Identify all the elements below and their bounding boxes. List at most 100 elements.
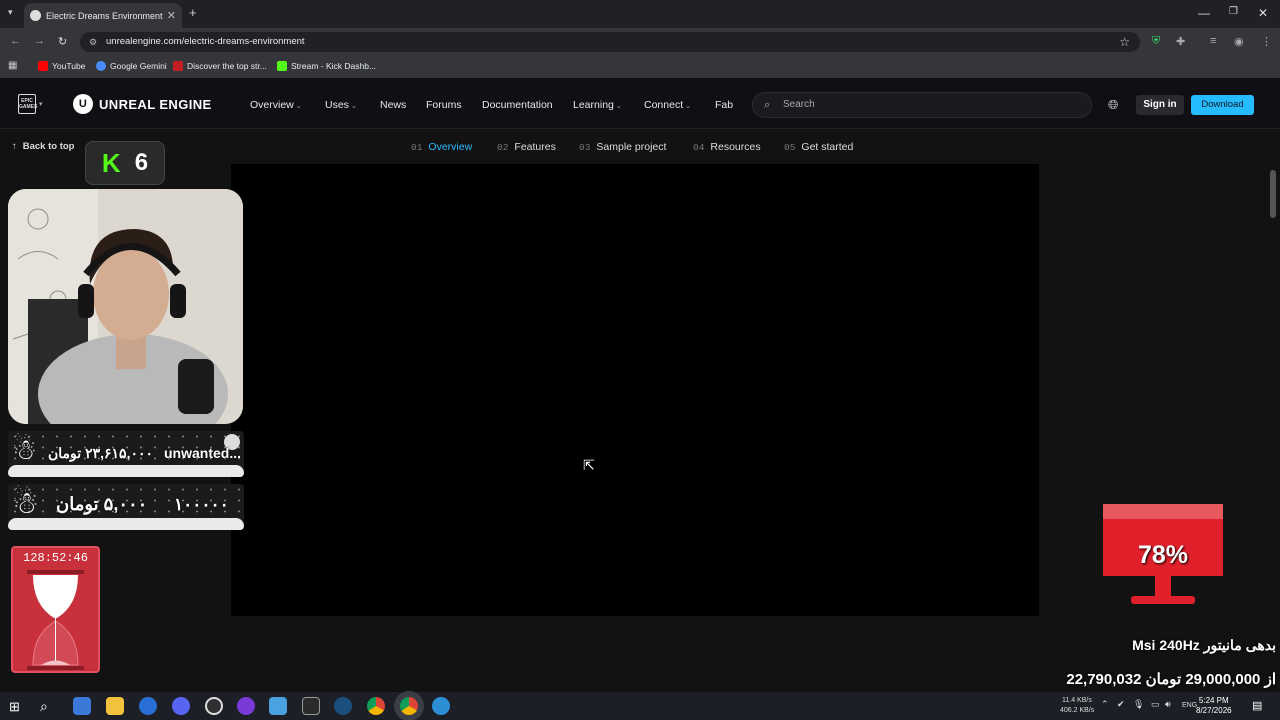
clock-time: 5:24 PM <box>1198 696 1229 705</box>
kick-viewer-badge: K 6 <box>85 141 165 185</box>
nav-documentation[interactable]: Documentation <box>482 99 553 111</box>
forward-icon[interactable]: → <box>34 35 45 47</box>
nav-overview[interactable]: Overview ⌄ <box>250 99 302 111</box>
section-tab-get-started[interactable]: 05 Get started <box>784 141 853 153</box>
webcam-feed <box>8 189 243 424</box>
tab-title: Electric Dreams Environment | U <box>46 10 163 21</box>
media-icon[interactable]: ≡ <box>1210 35 1216 47</box>
network-up-speed: 11.4 KB/s <box>1062 697 1092 704</box>
youtube-icon <box>38 61 48 71</box>
new-tab-icon[interactable]: + <box>189 5 197 20</box>
unreal-u-icon: U <box>73 94 93 114</box>
nav-uses[interactable]: Uses ⌄ <box>325 99 357 111</box>
globe-icon[interactable]: 🌐︎ <box>1108 97 1118 113</box>
taskbar-steam-icon[interactable] <box>334 697 352 715</box>
monitor-goal-title: Msi 240Hz بدهی مانیتور <box>1132 637 1276 653</box>
tray-network-icon[interactable]: ▭ <box>1151 699 1160 710</box>
discover-icon <box>173 61 183 71</box>
extensions-icon[interactable]: ✚ <box>1176 35 1185 48</box>
chevron-down-icon: ⌄ <box>350 103 357 110</box>
minimize-icon[interactable]: — <box>1198 6 1210 20</box>
ghost-icon: ☃ <box>12 487 39 520</box>
reload-icon[interactable]: ↻ <box>58 35 67 48</box>
back-to-top-link[interactable]: ↑ Back to top <box>12 141 74 152</box>
bookmark-kick[interactable]: Stream - Kick Dashb... <box>277 61 376 71</box>
close-window-icon[interactable]: ✕ <box>1258 6 1268 20</box>
bookmark-youtube[interactable]: YouTube <box>38 61 85 71</box>
nav-fab[interactable]: Fab <box>715 99 733 111</box>
bookmark-gemini[interactable]: Google Gemini <box>96 61 167 71</box>
taskbar-v-app-icon[interactable] <box>432 697 450 715</box>
bookmark-star-icon[interactable]: ☆ <box>1119 32 1130 52</box>
bookmark-discover[interactable]: Discover the top str... <box>173 61 267 71</box>
taskbar-skype-icon[interactable] <box>237 697 255 715</box>
tray-mic-icon[interactable]: 🎙︎ <box>1133 699 1144 710</box>
section-tab-sample-project[interactable]: 03 Sample project <box>579 141 666 153</box>
kick-logo-icon: K <box>101 147 121 178</box>
tray-lang[interactable]: ENG <box>1182 702 1197 709</box>
nav-connect[interactable]: Connect ⌄ <box>644 99 691 111</box>
taskbar-epic-icon[interactable] <box>302 697 320 715</box>
donation-goal-bar-1: ☃ unwanted... ۲۳,۶۱۵,۰۰۰ تومان <box>8 431 244 477</box>
tray-arrow-icon[interactable]: ⌃ <box>1101 699 1109 710</box>
taskbar-chrome-icon[interactable] <box>367 697 385 715</box>
apps-icon[interactable]: ▦ <box>8 60 17 71</box>
chevron-down-icon: ⌄ <box>685 103 691 110</box>
taskbar-calculator-icon[interactable] <box>73 697 91 715</box>
timer-text: 128:52:46 <box>23 551 88 565</box>
mouse-cursor-icon: ⇱ <box>583 457 595 473</box>
menu-icon[interactable]: ⋮ <box>1261 35 1272 48</box>
tab-close-icon[interactable]: ✕ <box>167 9 176 22</box>
nav-learning[interactable]: Learning ⌄ <box>573 99 622 111</box>
subathon-timer: 128:52:46 <box>11 546 100 673</box>
goal1-name: unwanted... <box>164 445 241 461</box>
url-text: unrealengine.com/electric-dreams-environ… <box>106 36 305 47</box>
maximize-icon[interactable]: ❐ <box>1229 6 1238 17</box>
nav-forums[interactable]: Forums <box>426 99 462 111</box>
section-tab-overview[interactable]: 01 Overview <box>411 141 472 153</box>
notifications-icon[interactable]: ▤ <box>1252 699 1262 712</box>
chevron-down-icon: ⌄ <box>615 103 622 110</box>
browser-tab[interactable]: Electric Dreams Environment | U ✕ <box>24 3 182 28</box>
monitor-goal-percent: 78% <box>1137 541 1189 569</box>
chevron-down-icon: ⌄ <box>295 103 302 110</box>
system-clock[interactable]: 5:24 PM 8/27/2026 <box>1196 696 1232 716</box>
download-button[interactable]: Download <box>1191 95 1254 115</box>
page-scrollbar[interactable] <box>1270 170 1276 218</box>
tray-vpn-icon[interactable]: ✔ <box>1117 699 1125 710</box>
back-icon[interactable]: ← <box>10 35 21 47</box>
donation-goal-bar-2: ☃ ۱۰۰۰۰۰ ۵,۰۰۰ تومان <box>8 484 244 530</box>
unreal-engine-logo[interactable]: U UNREAL ENGINE <box>73 94 212 114</box>
windows-start-icon[interactable]: ⊞ <box>9 699 20 715</box>
goal2-number: ۱۰۰۰۰۰ <box>174 495 229 514</box>
profile-icon[interactable]: ◉ <box>1234 35 1244 48</box>
nav-news[interactable]: News <box>380 99 406 111</box>
ghost-icon: ☃ <box>12 434 38 465</box>
tray-volume-icon[interactable]: 🔊︎ <box>1165 699 1171 710</box>
site-info-icon[interactable]: ⚙ <box>89 32 97 52</box>
tab-search-icon[interactable]: ▾ <box>8 7 13 18</box>
sign-in-button[interactable]: Sign in <box>1136 95 1184 115</box>
taskbar-tool-icon[interactable] <box>269 697 287 715</box>
section-tab-features[interactable]: 02 Features <box>497 141 556 153</box>
taskbar-explorer-icon[interactable] <box>106 697 124 715</box>
bookmarks-bar: ▦ YouTube Google Gemini Discover the top… <box>0 56 1280 78</box>
clock-date: 8/27/2026 <box>1196 706 1232 715</box>
epic-games-logo[interactable]: EPIC GAMES <box>18 94 37 114</box>
taskbar-chrome-active-icon[interactable] <box>400 697 418 715</box>
shield-extension-icon[interactable]: ⛨ <box>1152 35 1160 48</box>
taskbar-discord-icon[interactable] <box>172 697 190 715</box>
address-bar[interactable]: ⚙ unrealengine.com/electric-dreams-envir… <box>80 32 1140 52</box>
section-tab-resources[interactable]: 04 Resources <box>693 141 761 153</box>
epic-menu-chevron-icon[interactable]: ▾ <box>39 100 43 108</box>
video-player[interactable] <box>231 164 1039 616</box>
goal1-amount: ۲۳,۶۱۵,۰۰۰ تومان <box>48 445 154 461</box>
taskbar-app-icon[interactable] <box>139 697 157 715</box>
tab-bar: ▾ Electric Dreams Environment | U ✕ + — … <box>0 0 1280 28</box>
hourglass-icon <box>27 570 84 670</box>
monitor-goal-widget: 78% <box>1101 504 1225 614</box>
taskbar-obs-icon[interactable] <box>205 697 223 715</box>
search-input[interactable]: ⌕ Search <box>752 92 1092 118</box>
taskbar-search-icon[interactable]: ⌕ <box>40 698 48 715</box>
monitor-goal-amount: 22,790,032 از 29,000,000 تومان <box>1066 671 1276 688</box>
